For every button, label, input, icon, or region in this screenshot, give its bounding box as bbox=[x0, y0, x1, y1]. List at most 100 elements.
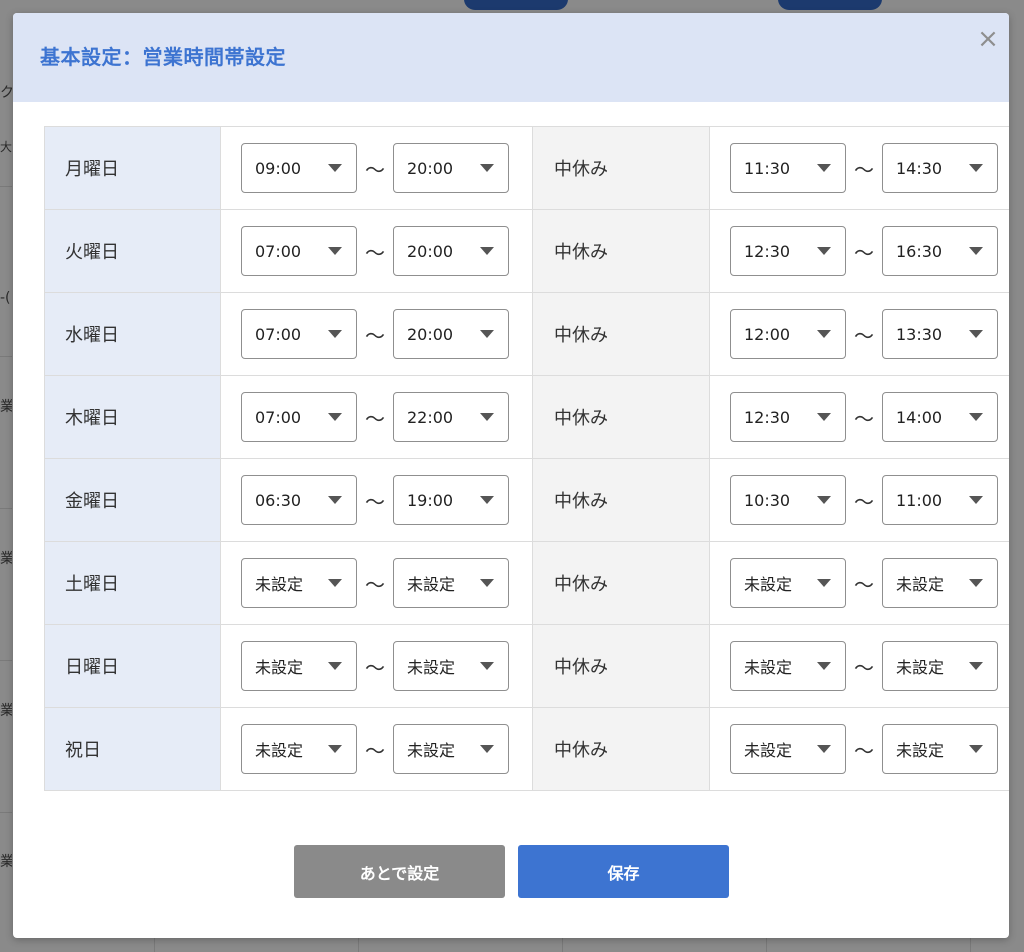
select-value: 20:00 bbox=[407, 158, 454, 178]
close-time-select[interactable]: 20:00 bbox=[393, 226, 509, 276]
background-divider bbox=[562, 938, 563, 952]
caret-down-icon bbox=[969, 413, 983, 421]
break-label: 中休み bbox=[532, 458, 710, 542]
caret-down-icon bbox=[328, 579, 342, 587]
schedule-row: 月曜日 09:00 ～ 20:00 中休み 11:30 ～ 14:30 bbox=[44, 126, 1009, 210]
select-value: 未設定 bbox=[896, 741, 945, 760]
range-separator: ～ bbox=[854, 489, 874, 514]
break-start-select[interactable]: 10:30 bbox=[730, 475, 846, 525]
close-time-select[interactable]: 22:00 bbox=[393, 392, 509, 442]
break-label: 中休み bbox=[532, 624, 710, 708]
break-end-select[interactable]: 未設定 bbox=[882, 558, 998, 608]
break-label: 中休み bbox=[532, 292, 710, 376]
background-divider bbox=[0, 186, 12, 187]
select-value: 06:30 bbox=[255, 490, 302, 510]
caret-down-icon bbox=[817, 662, 831, 670]
caret-down-icon bbox=[480, 247, 494, 255]
open-time-select[interactable]: 未設定 bbox=[241, 641, 357, 691]
range-separator: ～ bbox=[854, 406, 874, 431]
close-time-select[interactable]: 20:00 bbox=[393, 143, 509, 193]
caret-down-icon bbox=[969, 496, 983, 504]
range-separator: ～ bbox=[365, 655, 385, 680]
background-toggle bbox=[778, 0, 882, 10]
close-time-select[interactable]: 未設定 bbox=[393, 724, 509, 774]
caret-down-icon bbox=[480, 330, 494, 338]
background-text: 業 bbox=[0, 399, 12, 415]
business-hours-cell: 06:30 ～ 19:00 bbox=[220, 458, 533, 542]
break-start-select[interactable]: 11:30 bbox=[730, 143, 846, 193]
select-value: 11:30 bbox=[744, 158, 791, 178]
open-time-select[interactable]: 未設定 bbox=[241, 558, 357, 608]
open-time-select[interactable]: 09:00 bbox=[241, 143, 357, 193]
break-end-select[interactable]: 未設定 bbox=[882, 724, 998, 774]
caret-down-icon bbox=[328, 164, 342, 172]
break-hours-cell: 10:30 ～ 11:00 bbox=[709, 458, 1009, 542]
select-value: 20:00 bbox=[407, 324, 454, 344]
break-end-select[interactable]: 11:00 bbox=[882, 475, 998, 525]
caret-down-icon bbox=[817, 247, 831, 255]
caret-down-icon bbox=[328, 247, 342, 255]
schedule-row: 水曜日 07:00 ～ 20:00 中休み 12:00 ～ 13:30 bbox=[44, 292, 1009, 376]
break-start-select[interactable]: 12:00 bbox=[730, 309, 846, 359]
close-time-select[interactable]: 19:00 bbox=[393, 475, 509, 525]
break-start-select[interactable]: 未設定 bbox=[730, 558, 846, 608]
select-value: 19:00 bbox=[407, 490, 454, 510]
business-hours-modal: 基本設定：営業時間帯設定 × 月曜日 09:00 ～ 20:00 中休み 11:30 ～ 14… bbox=[13, 13, 1009, 938]
range-separator: ～ bbox=[854, 157, 874, 182]
range-separator: ～ bbox=[365, 572, 385, 597]
close-time-select[interactable]: 20:00 bbox=[393, 309, 509, 359]
select-value: 未設定 bbox=[407, 741, 456, 760]
day-label: 土曜日 bbox=[44, 541, 221, 625]
day-label: 水曜日 bbox=[44, 292, 221, 376]
close-icon[interactable]: × bbox=[976, 26, 1000, 52]
break-start-select[interactable]: 12:30 bbox=[730, 226, 846, 276]
business-hours-cell: 未設定 ～ 未設定 bbox=[220, 541, 533, 625]
open-time-select[interactable]: 07:00 bbox=[241, 309, 357, 359]
break-label: 中休み bbox=[532, 375, 710, 459]
range-separator: ～ bbox=[854, 655, 874, 680]
range-separator: ～ bbox=[854, 572, 874, 597]
break-end-select[interactable]: 13:30 bbox=[882, 309, 998, 359]
break-end-select[interactable]: 14:00 bbox=[882, 392, 998, 442]
close-time-select[interactable]: 未設定 bbox=[393, 641, 509, 691]
caret-down-icon bbox=[328, 662, 342, 670]
break-hours-cell: 未設定 ～ 未設定 bbox=[709, 624, 1009, 708]
break-end-select[interactable]: 14:30 bbox=[882, 143, 998, 193]
break-hours-cell: 11:30 ～ 14:30 bbox=[709, 126, 1009, 210]
caret-down-icon bbox=[969, 330, 983, 338]
business-hours-cell: 07:00 ～ 20:00 bbox=[220, 292, 533, 376]
close-time-select[interactable]: 未設定 bbox=[393, 558, 509, 608]
break-start-select[interactable]: 12:30 bbox=[730, 392, 846, 442]
break-end-select[interactable]: 16:30 bbox=[882, 226, 998, 276]
caret-down-icon bbox=[480, 164, 494, 172]
break-hours-cell: 12:30 ～ 16:30 bbox=[709, 209, 1009, 293]
break-start-select[interactable]: 未設定 bbox=[730, 724, 846, 774]
select-value: 12:00 bbox=[744, 324, 791, 344]
break-label: 中休み bbox=[532, 126, 710, 210]
caret-down-icon bbox=[969, 745, 983, 753]
caret-down-icon bbox=[328, 330, 342, 338]
open-time-select[interactable]: 未設定 bbox=[241, 724, 357, 774]
range-separator: ～ bbox=[365, 406, 385, 431]
day-label: 月曜日 bbox=[44, 126, 221, 210]
select-value: 未設定 bbox=[255, 658, 304, 677]
break-start-select[interactable]: 未設定 bbox=[730, 641, 846, 691]
modal-title: 基本設定：営業時間帯設定 bbox=[40, 45, 286, 69]
break-end-select[interactable]: 未設定 bbox=[882, 641, 998, 691]
open-time-select[interactable]: 07:00 bbox=[241, 392, 357, 442]
select-value: 12:30 bbox=[744, 407, 791, 427]
day-label: 日曜日 bbox=[44, 624, 221, 708]
open-time-select[interactable]: 06:30 bbox=[241, 475, 357, 525]
select-value: 16:30 bbox=[896, 241, 943, 261]
open-time-select[interactable]: 07:00 bbox=[241, 226, 357, 276]
background-divider bbox=[0, 508, 12, 509]
select-value: 未設定 bbox=[744, 741, 793, 760]
select-value: 11:00 bbox=[896, 490, 943, 510]
caret-down-icon bbox=[480, 413, 494, 421]
schedule-row: 土曜日 未設定 ～ 未設定 中休み 未設定 ～ 未設定 bbox=[44, 541, 1009, 625]
set-later-button[interactable]: あとで設定 bbox=[294, 845, 505, 898]
background-divider bbox=[154, 938, 155, 952]
caret-down-icon bbox=[480, 745, 494, 753]
save-button[interactable]: 保存 bbox=[518, 845, 729, 898]
caret-down-icon bbox=[328, 745, 342, 753]
